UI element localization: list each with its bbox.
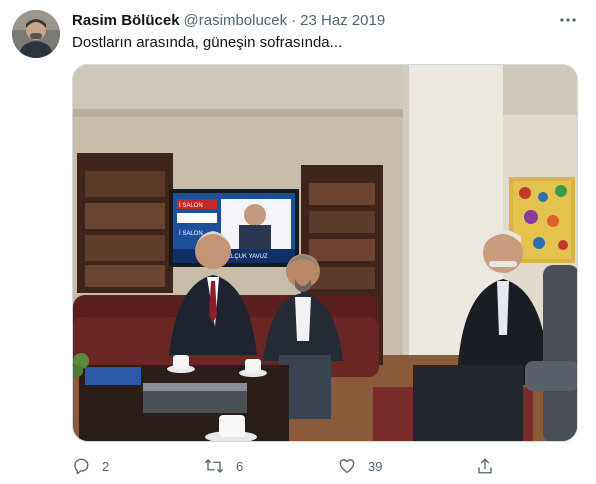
tv-caption-c: İ SALON xyxy=(179,230,203,237)
tweet-actions: 2 6 39 xyxy=(72,454,502,478)
share-icon xyxy=(478,458,492,474)
heart-icon xyxy=(339,459,355,474)
share-button[interactable] xyxy=(476,454,494,478)
retweet-button[interactable]: 6 xyxy=(204,454,243,478)
photo-scene: İ SALON SELÇUK YAVUZ İ SALON xyxy=(73,65,577,441)
avatar[interactable] xyxy=(12,10,60,58)
tweet-photo[interactable]: İ SALON SELÇUK YAVUZ İ SALON xyxy=(72,64,578,442)
tv-caption-a: İ SALON xyxy=(179,202,203,209)
tweet-date[interactable]: 23 Haz 2019 xyxy=(300,12,385,29)
user-handle[interactable]: @rasimbolucek xyxy=(184,12,288,29)
left-bookcase xyxy=(77,153,173,293)
tweet-text: Dostların arasında, güneşin sofrasında..… xyxy=(72,34,343,51)
reply-button[interactable]: 2 xyxy=(72,454,109,478)
retweet-count: 6 xyxy=(236,458,244,474)
reply-count: 2 xyxy=(102,458,110,474)
display-name[interactable]: Rasim Bölücek xyxy=(72,12,180,29)
tweet-header: Rasim Bölücek @rasimbolucek · 23 Haz 201… xyxy=(72,10,385,30)
tweet[interactable]: Rasim Bölücek @rasimbolucek · 23 Haz 201… xyxy=(0,0,596,484)
avatar-photo xyxy=(12,10,60,58)
reply-icon xyxy=(74,458,89,475)
more-icon xyxy=(560,18,576,22)
more-options-button[interactable] xyxy=(556,10,580,30)
like-button[interactable]: 39 xyxy=(338,454,382,478)
retweet-icon xyxy=(204,459,224,473)
like-count: 39 xyxy=(368,458,383,474)
coffee-table xyxy=(79,355,289,441)
separator-dot: · xyxy=(291,11,297,29)
television: İ SALON SELÇUK YAVUZ İ SALON xyxy=(169,189,299,267)
